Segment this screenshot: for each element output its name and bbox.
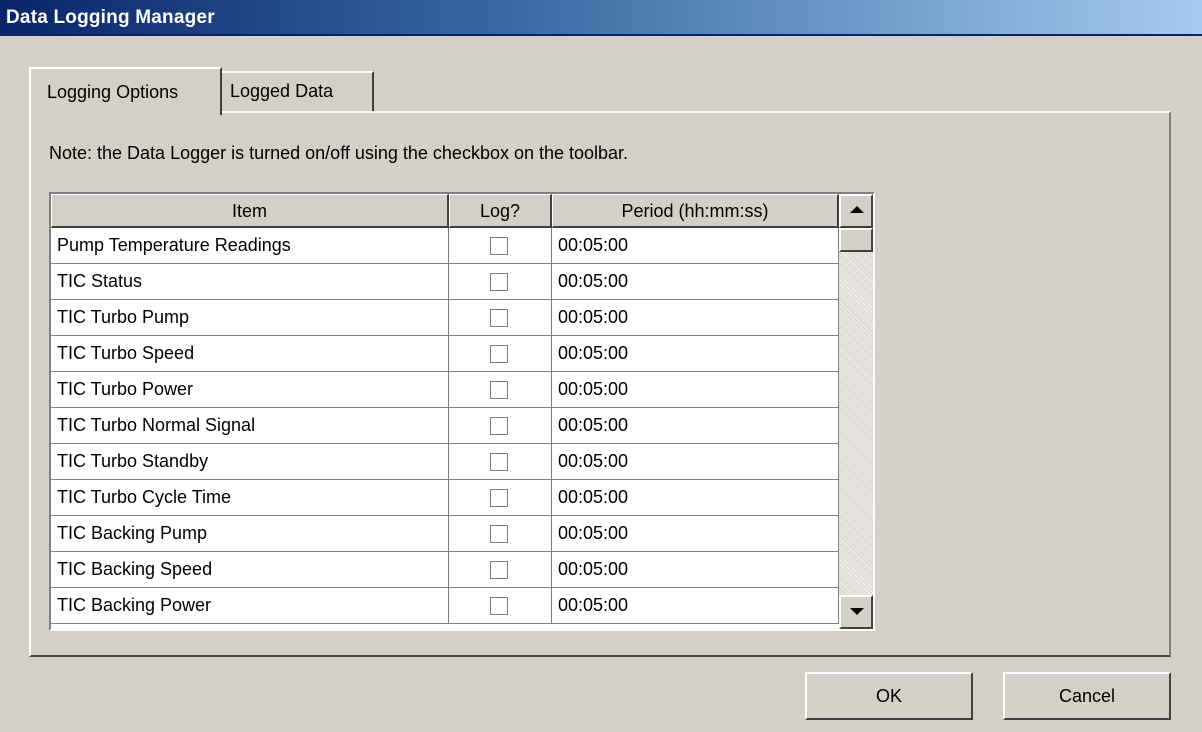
table-row[interactable]: TIC Turbo Standby 00:05:00 xyxy=(51,444,839,480)
log-cell xyxy=(449,480,552,516)
period-cell[interactable]: 00:05:00 xyxy=(552,408,839,444)
scroll-thumb[interactable] xyxy=(839,228,873,252)
column-header-log[interactable]: Log? xyxy=(449,194,552,228)
tab-logged-data[interactable]: Logged Data xyxy=(222,71,374,111)
table-row[interactable]: TIC Backing Pump 00:05:00 xyxy=(51,516,839,552)
tab-logging-options[interactable]: Logging Options xyxy=(29,67,222,115)
item-cell: Pump Temperature Readings xyxy=(51,228,449,264)
log-checkbox[interactable] xyxy=(490,453,508,471)
scroll-up-button[interactable] xyxy=(839,194,873,228)
period-cell[interactable]: 00:05:00 xyxy=(552,228,839,264)
title-bar[interactable]: Data Logging Manager xyxy=(0,0,1202,36)
table-row[interactable]: TIC Turbo Power 00:05:00 xyxy=(51,372,839,408)
logging-grid: Item Log? Period (hh:mm:ss) Pump Tempera… xyxy=(49,192,875,631)
table-row[interactable]: TIC Turbo Cycle Time 00:05:00 xyxy=(51,480,839,516)
period-cell[interactable]: 00:05:00 xyxy=(552,444,839,480)
item-cell: TIC Status xyxy=(51,264,449,300)
item-cell: TIC Turbo Power xyxy=(51,372,449,408)
log-cell xyxy=(449,264,552,300)
table-row[interactable]: TIC Turbo Speed 00:05:00 xyxy=(51,336,839,372)
table-row[interactable]: TIC Backing Speed 00:05:00 xyxy=(51,552,839,588)
log-cell xyxy=(449,588,552,624)
cancel-button[interactable]: Cancel xyxy=(1003,672,1171,720)
ok-button[interactable]: OK xyxy=(805,672,973,720)
period-cell[interactable]: 00:05:00 xyxy=(552,300,839,336)
log-checkbox[interactable] xyxy=(490,381,508,399)
period-cell[interactable]: 00:05:00 xyxy=(552,516,839,552)
table-row[interactable]: TIC Backing Power 00:05:00 xyxy=(51,588,839,624)
item-cell: TIC Backing Power xyxy=(51,588,449,624)
item-cell: TIC Turbo Standby xyxy=(51,444,449,480)
log-cell xyxy=(449,228,552,264)
period-cell[interactable]: 00:05:00 xyxy=(552,552,839,588)
item-cell: TIC Turbo Pump xyxy=(51,300,449,336)
log-cell xyxy=(449,336,552,372)
log-checkbox[interactable] xyxy=(490,309,508,327)
period-cell[interactable]: 00:05:00 xyxy=(552,372,839,408)
log-checkbox[interactable] xyxy=(490,345,508,363)
item-cell: TIC Turbo Speed xyxy=(51,336,449,372)
period-cell[interactable]: 00:05:00 xyxy=(552,480,839,516)
item-cell: TIC Backing Speed xyxy=(51,552,449,588)
info-note: Note: the Data Logger is turned on/off u… xyxy=(49,143,629,163)
table-row[interactable]: Pump Temperature Readings 00:05:00 xyxy=(51,228,839,264)
column-header-period[interactable]: Period (hh:mm:ss) xyxy=(552,194,839,228)
log-cell xyxy=(449,300,552,336)
log-checkbox[interactable] xyxy=(490,525,508,543)
item-cell: TIC Backing Pump xyxy=(51,516,449,552)
log-cell xyxy=(449,552,552,588)
scroll-down-button[interactable] xyxy=(839,595,873,629)
log-cell xyxy=(449,444,552,480)
table-row[interactable]: TIC Status 00:05:00 xyxy=(51,264,839,300)
log-cell xyxy=(449,408,552,444)
item-cell: TIC Turbo Normal Signal xyxy=(51,408,449,444)
log-cell xyxy=(449,516,552,552)
log-checkbox[interactable] xyxy=(490,561,508,579)
item-cell: TIC Turbo Cycle Time xyxy=(51,480,449,516)
log-checkbox[interactable] xyxy=(490,237,508,255)
arrow-up-icon xyxy=(850,206,864,213)
period-cell[interactable]: 00:05:00 xyxy=(552,264,839,300)
period-cell[interactable]: 00:05:00 xyxy=(552,588,839,624)
grid-rows: Pump Temperature Readings 00:05:00 TIC Sta… xyxy=(51,228,839,624)
column-header-item[interactable]: Item xyxy=(51,194,449,228)
log-checkbox[interactable] xyxy=(490,417,508,435)
log-checkbox[interactable] xyxy=(490,597,508,615)
arrow-down-icon xyxy=(850,608,864,615)
log-cell xyxy=(449,372,552,408)
tab-label: Logging Options xyxy=(47,82,179,102)
vertical-scrollbar[interactable] xyxy=(839,194,873,629)
table-row[interactable]: TIC Turbo Pump 00:05:00 xyxy=(51,300,839,336)
log-checkbox[interactable] xyxy=(490,489,508,507)
tab-label: Logged Data xyxy=(230,81,334,101)
period-cell[interactable]: 00:05:00 xyxy=(552,336,839,372)
log-checkbox[interactable] xyxy=(490,273,508,291)
table-row[interactable]: TIC Turbo Normal Signal 00:05:00 xyxy=(51,408,839,444)
window-title: Data Logging Manager xyxy=(6,7,215,28)
